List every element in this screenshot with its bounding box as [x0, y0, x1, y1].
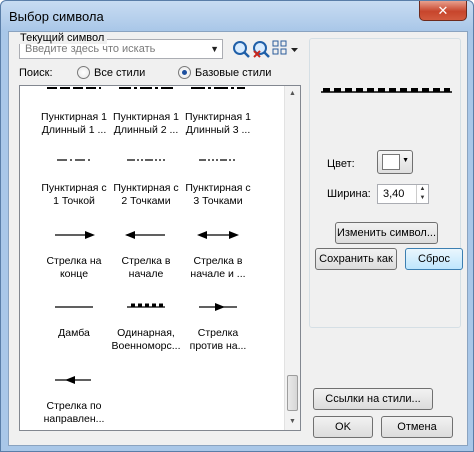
- symbol-label: начале и ...: [190, 268, 246, 280]
- style-references-button[interactable]: Ссылки на стили...: [313, 388, 433, 410]
- dash-dot-3-icon: [199, 159, 237, 161]
- width-value: 3,40: [383, 188, 405, 200]
- symbol-label: Стрелка по: [46, 400, 102, 412]
- symbol-label: Длинный 2 ...: [113, 124, 179, 136]
- search-placeholder: Введите здесь что искать: [25, 43, 156, 55]
- symbol-label: Стрелка в: [121, 255, 171, 267]
- symbol-gallery[interactable]: Пунктирная 1 Длинный 1 ... Пунктирная 1 …: [19, 85, 301, 431]
- spin-up-icon[interactable]: ▲: [417, 185, 428, 194]
- ok-button[interactable]: OK: [313, 416, 373, 438]
- symbol-item[interactable]: Стрелка против на...: [178, 302, 258, 353]
- symbol-label: 1 Точкой: [53, 195, 95, 207]
- symbol-label: Длинный 1 ...: [41, 124, 107, 136]
- color-picker-button[interactable]: ▼: [377, 150, 413, 174]
- dash-long-2-icon: [119, 87, 173, 89]
- search-clear-icon: [253, 41, 270, 58]
- clear-search-button[interactable]: [251, 39, 271, 59]
- symbol-label: Длинный 3 ...: [185, 124, 251, 136]
- chevron-down-icon: ▼: [402, 157, 409, 164]
- scroll-down-icon[interactable]: ▼: [285, 414, 300, 430]
- arrow-end-icon: [55, 231, 95, 239]
- arrow-along-icon: [55, 376, 91, 384]
- spin-down-icon[interactable]: ▼: [417, 194, 428, 203]
- symbol-item[interactable]: Пунктирная с 2 Точками: [106, 156, 186, 208]
- arrow-against-icon: [199, 303, 237, 311]
- symbol-label: 3 Точками: [193, 195, 243, 207]
- arrow-both-icon: [197, 231, 239, 239]
- single-naval-icon: [127, 303, 165, 308]
- symbol-selector-dialog: Выбор символа ✕ Введите здесь что искать…: [0, 0, 474, 452]
- symbol-label: Пунктирная 1: [113, 111, 179, 123]
- symbol-label: 2 Точками: [121, 195, 171, 207]
- symbol-item[interactable]: Пунктирная 1 Длинный 1 ...: [34, 86, 114, 137]
- dash-long-3-icon: [191, 87, 245, 89]
- scrollbar-thumb[interactable]: [287, 375, 298, 411]
- symbol-item[interactable]: Пунктирная с 1 Точкой: [34, 156, 114, 208]
- symbol-item[interactable]: Одинарная, Военноморс...: [106, 302, 186, 353]
- dash-long-1-icon: [47, 87, 101, 89]
- search-button[interactable]: [231, 39, 251, 59]
- width-input[interactable]: 3,40 ▲ ▼: [377, 184, 429, 204]
- symbol-item[interactable]: Стрелка на конце: [34, 230, 114, 281]
- width-label: Ширина:: [327, 188, 371, 200]
- chevron-down-icon[interactable]: ▼: [210, 40, 219, 58]
- symbol-label: Пунктирная с: [113, 182, 179, 194]
- dash-dot-1-icon: [57, 159, 91, 161]
- symbol-item[interactable]: Стрелка по направлен...: [34, 375, 114, 426]
- symbol-label: Дамба: [58, 327, 90, 339]
- search-scope-label: Поиск:: [19, 67, 53, 79]
- symbol-label: начале: [128, 268, 164, 280]
- symbol-label: Стрелка на: [46, 255, 102, 267]
- symbol-label: Стрелка в: [193, 255, 243, 267]
- symbol-item[interactable]: Стрелка в начале и ...: [178, 230, 258, 281]
- symbol-item[interactable]: Дамба: [34, 302, 114, 340]
- window-title: Выбор символа: [9, 9, 104, 24]
- search-icon: [233, 41, 250, 58]
- radio-button-off[interactable]: [77, 66, 90, 79]
- radio-button-on[interactable]: [178, 66, 191, 79]
- symbol-label: против на...: [189, 340, 247, 352]
- radio-all-styles[interactable]: Все стили: [77, 66, 145, 79]
- color-label: Цвет:: [327, 158, 355, 170]
- scroll-up-icon[interactable]: ▲: [285, 86, 300, 102]
- dialog-client-area: Введите здесь что искать ▼ Поиск: Все ст…: [8, 31, 468, 446]
- edit-symbol-button[interactable]: Изменить символ...: [335, 222, 438, 244]
- current-symbol-preview: [321, 88, 452, 93]
- radio-base-styles[interactable]: Базовые стили: [178, 66, 271, 79]
- reset-button[interactable]: Сброс: [405, 248, 463, 270]
- symbol-label: Пунктирная с: [185, 182, 251, 194]
- view-options-button[interactable]: [271, 39, 301, 59]
- symbol-label: Стрелка: [197, 327, 239, 339]
- save-as-button[interactable]: Сохранить как: [315, 248, 397, 270]
- symbol-item[interactable]: Пунктирная 1 Длинный 3 ...: [178, 86, 258, 137]
- title-bar[interactable]: Выбор символа ✕: [1, 1, 473, 31]
- close-button[interactable]: ✕: [419, 1, 467, 21]
- radio-all-styles-label: Все стили: [94, 66, 146, 79]
- grid-view-icon: [272, 40, 298, 55]
- symbol-label: Пунктирная 1: [41, 111, 107, 123]
- symbol-item[interactable]: Стрелка в начале: [106, 230, 186, 281]
- vertical-scrollbar[interactable]: ▲ ▼: [284, 86, 300, 430]
- symbol-label: Одинарная,: [117, 327, 175, 339]
- symbol-label: Пунктирная с: [41, 182, 107, 194]
- arrow-start-icon: [125, 231, 165, 239]
- symbol-label: конце: [59, 268, 89, 280]
- dam-line-icon: [55, 306, 93, 308]
- current-symbol-group: [309, 38, 461, 328]
- current-symbol-legend: Текущий символ: [17, 32, 108, 44]
- width-spinner[interactable]: ▲ ▼: [416, 185, 428, 203]
- symbol-label: направлен...: [43, 413, 105, 425]
- symbol-item[interactable]: Пунктирная 1 Длинный 2 ...: [106, 86, 186, 137]
- color-swatch: [382, 154, 400, 170]
- symbol-item[interactable]: Пунктирная с 3 Точками: [178, 156, 258, 208]
- radio-base-styles-label: Базовые стили: [195, 66, 272, 79]
- cancel-button[interactable]: Отмена: [381, 416, 453, 438]
- symbol-label: Пунктирная 1: [185, 111, 251, 123]
- symbol-label: Военноморс...: [111, 340, 181, 352]
- dash-dot-2-icon: [127, 159, 165, 161]
